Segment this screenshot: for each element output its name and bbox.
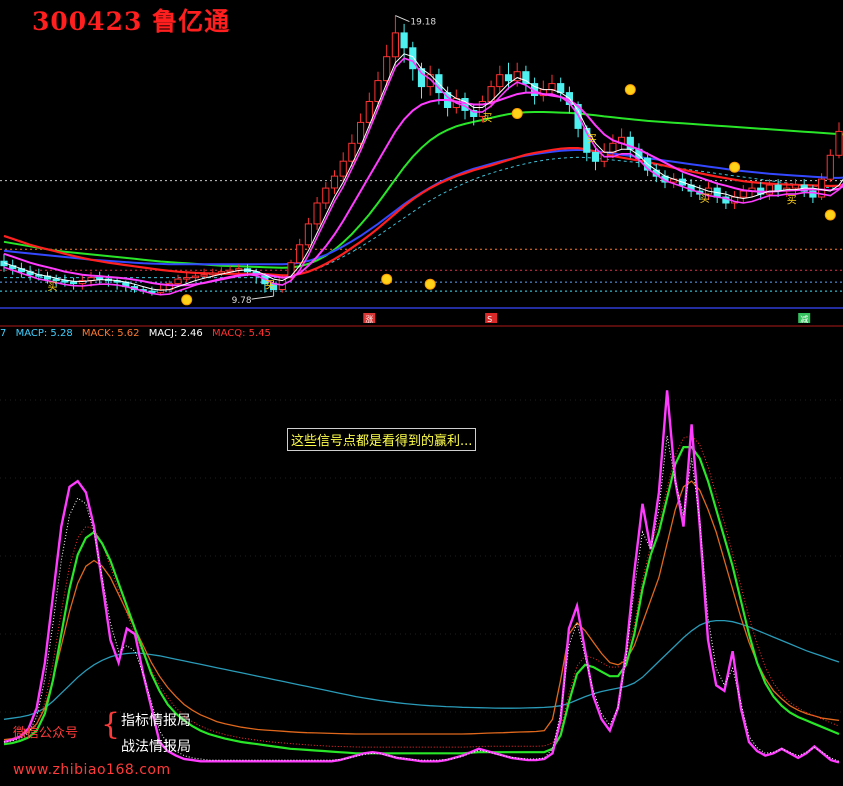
candle-body: [609, 142, 617, 153]
indicator-red-dotted-line: [3, 435, 840, 748]
candle-body: [96, 277, 104, 280]
signal-badge-label: S: [487, 315, 492, 324]
indicator-green-line: [3, 446, 840, 755]
candle-body: [61, 280, 69, 283]
buy-label: 买: [48, 281, 58, 293]
buy-label: 买: [587, 133, 597, 145]
chart-canvas: 买买买买买 买19.189.78涨 S 减: [0, 15, 843, 764]
high-pointer: [395, 15, 410, 23]
candle-body: [296, 244, 304, 264]
candle-body: [339, 160, 347, 177]
candle-body: [209, 272, 217, 276]
indicator-readout: 7 MACP: 5.28 MACK: 5.62 MACJ: 2.46 MACQ:…: [0, 328, 277, 339]
signal-note: 这些信号点都是看得到的赢利...: [287, 428, 477, 451]
ma-blue-line: [3, 148, 843, 266]
watermark-name-1: 指标情报局: [121, 713, 191, 729]
buy-signal-dot: [511, 108, 523, 119]
candle-body: [591, 151, 600, 162]
buy-signal-dot: [824, 209, 836, 221]
price-panel: 买买买买买 买19.189.78涨 S 减: [0, 15, 843, 324]
buy-signal-dot: [624, 84, 636, 96]
candle-body: [191, 275, 200, 279]
buy-signal-dot: [381, 273, 393, 285]
candle-body: [304, 223, 312, 246]
high-label: 19.18: [410, 18, 436, 28]
candle-body: [739, 190, 747, 198]
candle-body: [765, 184, 773, 195]
candle-body: [835, 130, 843, 156]
candle-body: [183, 277, 191, 280]
candle-body: [400, 32, 408, 49]
candle-body: [200, 274, 208, 277]
candle-body: [174, 278, 182, 285]
buy-signal-dot: [181, 294, 193, 306]
candle-body: [313, 202, 321, 225]
candle-body: [791, 184, 800, 189]
candle-body: [348, 142, 356, 162]
chart-title: 300423 鲁亿通: [32, 7, 231, 36]
ma-cyan-dashed-line: [4, 156, 843, 279]
wechat-label: 微信公众号: [13, 726, 79, 741]
watermark-name-2: 战法情报局: [121, 739, 191, 755]
candle-body: [217, 271, 226, 274]
readout-item: MACP: 5.28: [15, 328, 73, 339]
signal-badge-label: 减: [800, 314, 808, 324]
signal-badge-label: 涨: [365, 314, 373, 324]
buy-signal-dot: [424, 278, 436, 290]
readout-item: 7: [0, 328, 7, 339]
low-label: 9.78: [232, 296, 252, 306]
candle-body: [557, 83, 565, 94]
candle-body: [322, 187, 330, 204]
candle-body: [496, 74, 504, 88]
buy-label: 买: [787, 195, 797, 207]
candle-body: [383, 56, 391, 82]
buy-label: 买: [700, 193, 710, 205]
watermark-brace: {: [101, 707, 121, 742]
readout-item: MACK: 5.62: [81, 328, 140, 339]
readout-item: MACJ: 2.46: [148, 328, 203, 339]
ma-white-line: [3, 53, 843, 291]
candle-body: [52, 278, 60, 282]
candle-body: [330, 175, 339, 189]
candle-body: [548, 83, 556, 91]
candle-body: [70, 281, 78, 285]
candle-body: [826, 154, 834, 180]
candle-body: [504, 74, 513, 82]
readout-item: MACQ: 5.45: [211, 328, 271, 339]
low-pointer: [251, 295, 274, 300]
buy-label: 买: [482, 113, 492, 125]
watermark-url: www.zhibiao168.com: [13, 762, 171, 778]
candle-body: [391, 32, 399, 58]
buy-label: 买: [265, 280, 275, 292]
buy-signal-dot: [729, 161, 741, 173]
candle-body: [409, 47, 417, 70]
